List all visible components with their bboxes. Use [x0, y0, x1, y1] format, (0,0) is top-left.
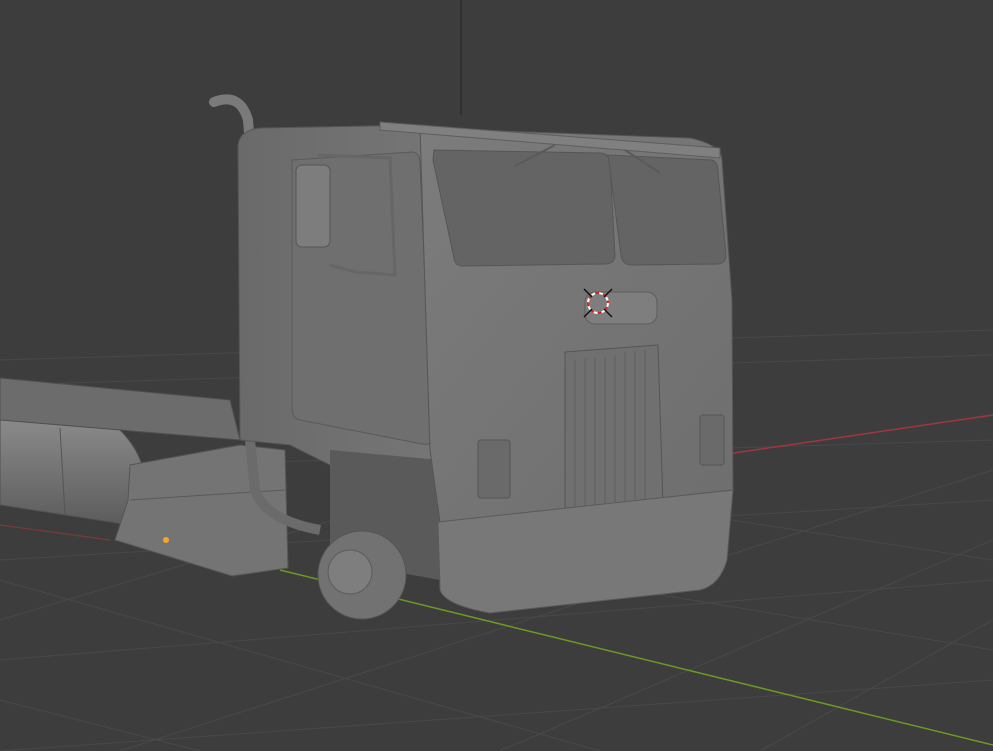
headlight-right — [699, 414, 725, 466]
windshield-left — [432, 149, 616, 267]
grille — [564, 344, 664, 521]
headlight-left — [477, 439, 511, 499]
3d-viewport[interactable] — [0, 0, 993, 751]
viewport-canvas[interactable] — [0, 0, 993, 751]
side-mirror — [295, 164, 331, 248]
truck-model[interactable] — [0, 94, 734, 620]
step-box — [114, 444, 289, 577]
wheel-hub-center — [327, 549, 373, 595]
windshield-right — [607, 154, 727, 266]
hood-emblem — [584, 291, 658, 325]
object-origin-icon[interactable] — [163, 537, 169, 543]
x-axis-line — [699, 414, 993, 459]
x-axis-line-left — [0, 524, 111, 541]
fuel-tank — [0, 419, 147, 526]
